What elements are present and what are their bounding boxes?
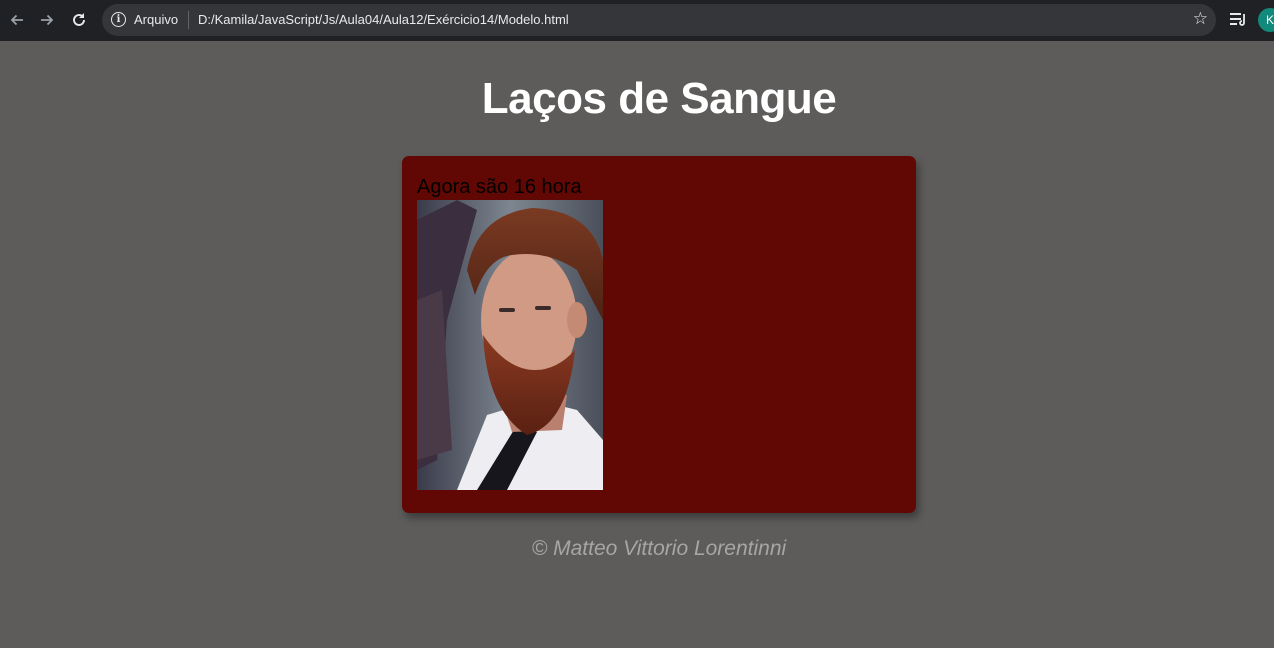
star-icon[interactable]: ☆ [1193, 9, 1208, 29]
arrow-left-icon[interactable] [6, 9, 28, 31]
profile-avatar[interactable]: K [1258, 8, 1274, 32]
info-icon[interactable]: i [111, 12, 126, 27]
security-label[interactable]: Arquivo [134, 12, 178, 27]
content-card: Agora são 16 hora [402, 156, 916, 513]
time-message: Agora são 16 hora [417, 176, 582, 198]
portrait-photo [417, 200, 603, 490]
url-text[interactable]: D:/Kamila/JavaScript/Js/Aula04/Aula12/Ex… [198, 12, 569, 27]
reload-icon[interactable] [68, 9, 90, 31]
arrow-right-icon[interactable] [36, 9, 58, 31]
reading-list-icon[interactable] [1228, 9, 1248, 31]
browser-toolbar: i Arquivo D:/Kamila/JavaScript/Js/Aula04… [0, 0, 1274, 41]
address-bar[interactable]: i Arquivo D:/Kamila/JavaScript/Js/Aula04… [102, 4, 1216, 36]
page-title: Laços de Sangue [481, 74, 837, 123]
omnibox-divider [188, 11, 189, 29]
footer-credit: © Matteo Vittorio Lorentinni [531, 537, 787, 560]
